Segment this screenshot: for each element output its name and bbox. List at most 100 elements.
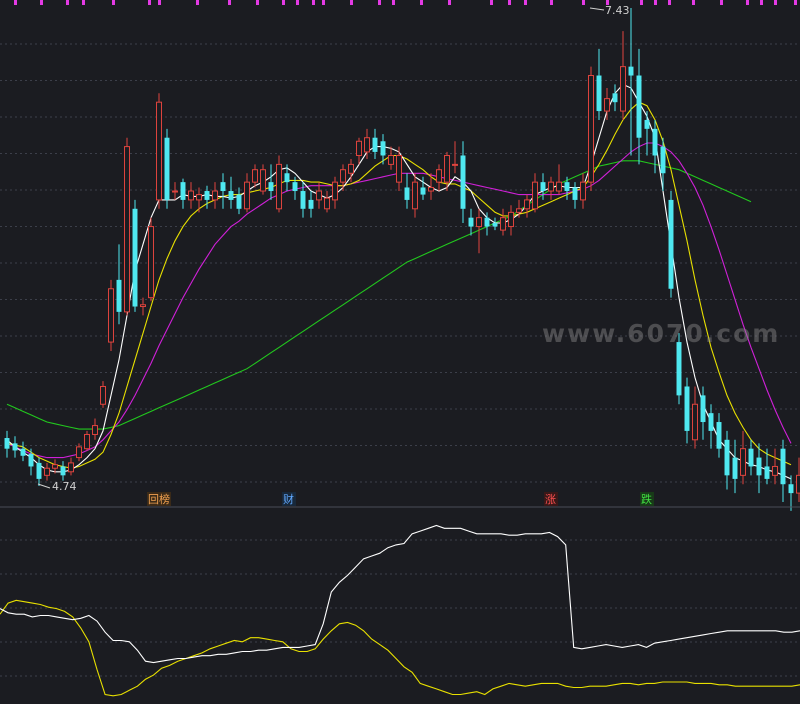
candle xyxy=(708,404,714,449)
candle-body xyxy=(132,208,138,307)
candle-body xyxy=(556,181,562,192)
candle-body xyxy=(644,119,650,129)
marker-cai: 财 xyxy=(283,492,294,506)
candle-body xyxy=(684,386,690,431)
candle xyxy=(372,128,378,160)
chart-canvas: 7.43 4.74 回榜 财 涨 跌 www.6070.com xyxy=(0,0,800,697)
candle-body xyxy=(4,438,10,449)
candle-body xyxy=(636,75,642,138)
candle xyxy=(268,164,274,200)
candle-body xyxy=(564,182,570,192)
candle xyxy=(172,182,178,200)
candle-body xyxy=(740,448,746,476)
candle-body xyxy=(316,190,322,201)
candle-body xyxy=(668,199,674,289)
signal-tick xyxy=(654,0,657,5)
signal-tick xyxy=(774,0,777,5)
candle xyxy=(796,457,800,502)
signal-tick xyxy=(158,0,161,5)
candle-body xyxy=(348,163,354,174)
signal-tick xyxy=(420,0,423,5)
signal-tick xyxy=(228,0,231,5)
candle xyxy=(188,182,194,209)
candle-body xyxy=(780,448,786,485)
candle xyxy=(644,111,650,156)
candle-body xyxy=(68,462,74,473)
candle xyxy=(508,205,514,236)
candle-body xyxy=(436,169,442,183)
signal-tick xyxy=(746,0,749,5)
candle-body xyxy=(292,182,298,192)
candle-body xyxy=(140,304,146,308)
candle xyxy=(772,448,778,485)
candle-body xyxy=(204,191,210,200)
candle-body xyxy=(20,448,26,456)
signal-tick xyxy=(40,0,43,5)
top-signal-marks xyxy=(14,0,797,5)
candle-body xyxy=(156,101,162,201)
candle xyxy=(452,141,458,174)
watermark: www.6070.com xyxy=(542,319,780,348)
candle-body xyxy=(596,75,602,112)
signal-tick xyxy=(490,0,493,5)
candle-body xyxy=(652,128,658,156)
candle-body xyxy=(708,413,714,431)
marker-zhang: 涨 xyxy=(545,493,556,506)
candle-body xyxy=(500,217,506,231)
candle xyxy=(412,173,418,218)
signal-tick xyxy=(508,0,511,5)
candle-body xyxy=(28,454,34,467)
signal-tick xyxy=(550,0,553,5)
signal-tick xyxy=(66,0,69,5)
signal-tick xyxy=(14,0,17,5)
candle xyxy=(324,191,330,213)
candle xyxy=(332,176,338,209)
candle-body xyxy=(212,190,218,201)
candle-body xyxy=(420,187,426,195)
candle-body xyxy=(332,181,338,201)
signal-tick xyxy=(582,0,585,5)
candle-body xyxy=(532,181,538,210)
candle xyxy=(12,436,18,458)
candle xyxy=(60,461,66,481)
candle-body xyxy=(460,155,466,209)
candle xyxy=(588,66,594,192)
candle-body xyxy=(772,465,778,476)
oscillator-yellow-line xyxy=(0,599,800,697)
candle-body xyxy=(508,211,514,228)
candle xyxy=(220,173,226,209)
candle xyxy=(164,128,170,209)
candle-body xyxy=(116,279,122,312)
candle xyxy=(340,164,346,192)
candle-body xyxy=(756,457,762,476)
candle xyxy=(404,173,410,209)
candle-body xyxy=(76,446,82,459)
signal-tick xyxy=(720,0,723,5)
candle xyxy=(204,185,210,209)
candle xyxy=(724,430,730,490)
candle xyxy=(636,48,642,165)
stock-chart: 7.43 4.74 回榜 财 涨 跌 www.6070.com xyxy=(0,0,800,704)
candle-body xyxy=(796,474,800,494)
candle-body xyxy=(716,422,722,449)
candle-body xyxy=(700,395,706,423)
candle-body xyxy=(548,181,554,192)
candle xyxy=(700,386,706,440)
candle xyxy=(68,457,74,476)
candle-body xyxy=(84,433,90,450)
candle xyxy=(108,279,114,351)
candle-body xyxy=(148,226,154,299)
candle xyxy=(124,137,130,316)
candle-body xyxy=(340,169,346,183)
candle xyxy=(236,187,242,215)
signal-tick xyxy=(794,0,797,5)
candle xyxy=(196,187,202,213)
signal-tick xyxy=(392,0,395,5)
candle-body xyxy=(748,448,754,467)
marker-huibang: 回榜 xyxy=(148,492,170,506)
candle xyxy=(308,191,314,218)
candle-body xyxy=(268,182,274,192)
candle-body xyxy=(724,439,730,476)
candle xyxy=(92,418,98,440)
candle-body xyxy=(164,137,170,200)
